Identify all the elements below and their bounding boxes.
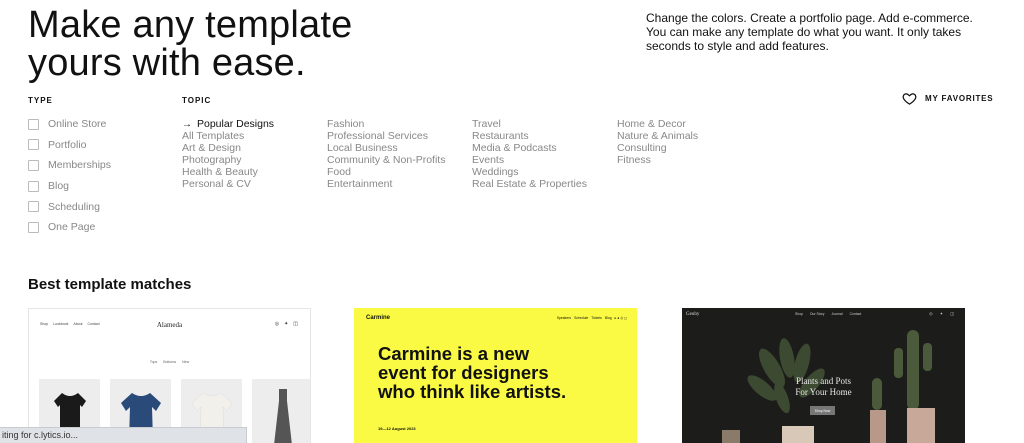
template-social-icons: ◎ ✦ ◫ [275,321,298,327]
template-headline-line: Plants and Pots [795,376,851,386]
template-filter-item: Bottoms [163,360,177,364]
topic-filter: → Popular Designs All Templates Art & Des… [182,118,762,190]
template-filter-item: Tops [149,360,158,364]
page-title-line-2: yours with ease. [28,42,306,84]
topic-art-design[interactable]: Art & Design [182,142,327,154]
topic-health-beauty[interactable]: Health & Beauty [182,166,327,178]
topic-popular-designs[interactable]: → Popular Designs [182,118,327,130]
type-option-label: Scheduling [48,200,100,213]
page-title: Make any template yours with ease. [28,6,352,82]
topic-label: Popular Designs [197,118,275,130]
page-title-line-1: Make any template [28,4,353,46]
template-nav-item: Contact [849,312,862,316]
type-option-label: Memberships [48,159,112,172]
topic-column: Travel Restaurants Media & Podcasts Even… [472,118,617,190]
template-nav-item: Schedule [574,316,589,320]
type-filter: TYPE Online Store Portfolio Memberships … [28,96,111,238]
cart-icon: ◫ [293,321,298,327]
topic-column: → Popular Designs All Templates Art & Des… [182,118,327,190]
template-nav-item: Blog [604,316,612,320]
template-card-carmine[interactable]: Carmine Speakers Schedule Tickets Blog ▸… [354,308,637,443]
topic-community-non-profits[interactable]: Community & Non-Profits [327,154,472,166]
topic-home-decor[interactable]: Home & Decor [617,118,762,130]
template-card-plants[interactable]: Geuby Shop Our Story Journal Contact ◎ ✦… [682,308,965,443]
checkbox[interactable] [28,221,39,233]
template-social-icons: ◎ ✦ ◫ [929,311,957,316]
section-title: Best template matches [28,276,192,293]
type-option-one-page[interactable]: One Page [28,217,111,238]
template-headline-line: For Your Home [795,386,852,397]
topic-personal-cv[interactable]: Personal & CV [182,178,327,190]
template-shop-button: Shop Now [810,406,835,415]
type-option-label: Online Store [48,118,107,131]
topic-restaurants[interactable]: Restaurants [472,130,617,142]
topic-fitness[interactable]: Fitness [617,154,762,166]
twitter-icon: ✦ [284,321,289,327]
type-option-label: One Page [48,221,96,234]
template-filter-item: New [182,360,190,364]
template-nav-item: Journal [831,312,843,316]
template-nav-item: Our Story [809,312,825,316]
type-option-online-store[interactable]: Online Store [28,114,111,135]
arrow-right-icon: → [182,118,192,130]
topic-media-podcasts[interactable]: Media & Podcasts [472,142,617,154]
checkbox[interactable] [28,139,39,151]
topic-weddings[interactable]: Weddings [472,166,617,178]
topic-nature-animals[interactable]: Nature & Animals [617,130,762,142]
template-filters: Tops Bottoms New [29,360,310,364]
template-logo: Alameda [156,321,183,329]
checkbox[interactable] [28,180,39,192]
topic-fashion[interactable]: Fashion [327,118,472,130]
heart-icon [902,93,917,105]
type-heading: TYPE [28,96,53,105]
template-date: 19—12 August 2023 [378,426,416,431]
template-card-alameda[interactable]: Shop Lookbook About Contact Alameda ◎ ✦ ◫ … [28,308,311,443]
topic-all-templates[interactable]: All Templates [182,130,327,142]
topic-real-estate[interactable]: Real Estate & Properties [472,178,617,190]
type-option-label: Portfolio [48,138,87,151]
template-headline: Carmine is a new event for designers who… [378,343,567,402]
template-nav-item: Shop [795,312,803,316]
topic-photography[interactable]: Photography [182,154,327,166]
template-nav: Speakers Schedule Tickets Blog ▸ ● ◎ ◻ [557,316,627,320]
template-headline: Plants and Pots For Your Home [682,376,965,397]
topic-food[interactable]: Food [327,166,472,178]
template-nav-item: Speakers [556,316,572,320]
template-logo: Carmine [366,315,391,321]
browser-status-bar: iting for c.lytics.io... [0,427,247,443]
type-option-scheduling[interactable]: Scheduling [28,196,111,217]
type-option-label: Blog [48,180,70,193]
checkbox[interactable] [28,201,39,213]
checkbox[interactable] [28,159,39,171]
my-favorites-button[interactable]: MY FAVORITES [902,91,993,106]
topic-column: Fashion Professional Services Local Busi… [327,118,472,190]
topic-heading: TOPIC [182,96,212,105]
my-favorites-label: MY FAVORITES [925,94,994,103]
topic-events[interactable]: Events [472,154,617,166]
topic-entertainment[interactable]: Entertainment [327,178,472,190]
topic-consulting[interactable]: Consulting [617,142,762,154]
topic-travel[interactable]: Travel [472,118,617,130]
topic-professional-services[interactable]: Professional Services [327,130,472,142]
product-image-grey-dress [252,379,310,443]
template-logo: Geuby [686,312,700,317]
page-description: Change the colors. Create a portfolio pa… [646,11,973,53]
template-nav-item: Tickets [591,316,602,320]
type-option-blog[interactable]: Blog [28,176,111,197]
instagram-icon: ◎ [274,321,280,327]
checkbox[interactable] [28,118,39,130]
type-option-memberships[interactable]: Memberships [28,155,111,176]
type-option-portfolio[interactable]: Portfolio [28,135,111,156]
social-icons: ▸ ● ◎ ◻ [614,316,627,320]
template-nav: Shop Our Story Journal Contact [795,312,861,316]
topic-column: Home & Decor Nature & Animals Consulting… [617,118,762,166]
topic-local-business[interactable]: Local Business [327,142,472,154]
